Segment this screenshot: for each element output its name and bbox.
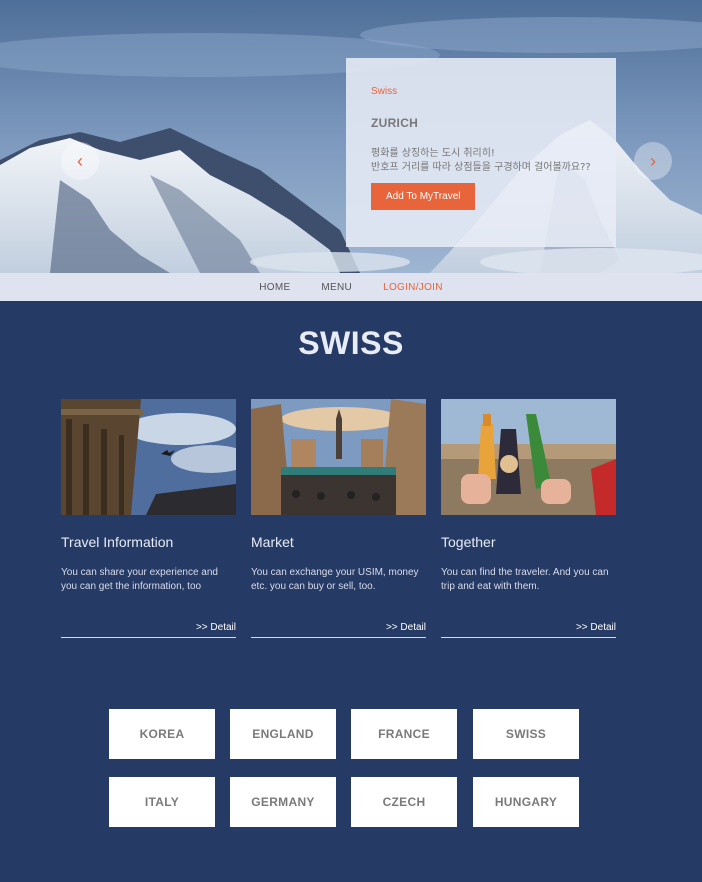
country-hungary[interactable]: HUNGARY [473,777,579,827]
add-to-mytravel-button[interactable]: Add To MyTravel [371,183,476,210]
market-photo [251,399,426,515]
feature-heading: Travel Information [61,534,174,550]
building-photo [61,399,236,515]
feature-market: Market You can exchange your USIM, money… [251,399,426,638]
nav-menu[interactable]: MENU [321,282,352,293]
country-italy[interactable]: ITALY [109,777,215,827]
feature-text: You can exchange your USIM, money etc. y… [251,567,419,592]
city-description: 평화를 상징하는 도시 취리히! 반호프 거리를 따라 상점들을 구경하며 걸어… [371,148,591,173]
city-name: ZURICH [371,116,419,130]
chevron-left-icon: ‹ [77,150,83,171]
nav-login-join[interactable]: LOGIN/JOIN [383,282,443,293]
country-czech[interactable]: CZECH [351,777,457,827]
detail-link[interactable]: >> Detail [251,622,426,638]
feature-heading: Market [251,534,294,550]
country-tag: Swiss [371,86,398,97]
feature-text: You can find the traveler. And you can t… [441,567,609,592]
country-germany[interactable]: GERMANY [230,777,336,827]
main-nav: HOME MENU LOGIN/JOIN [0,273,702,301]
section-title: SWISS [298,325,404,361]
destination-card: Swiss ZURICH 평화를 상징하는 도시 취리히! 반호프 거리를 따라… [346,58,616,247]
country-korea[interactable]: KOREA [109,709,215,759]
detail-link[interactable]: >> Detail [61,622,236,638]
feature-heading: Together [441,534,496,550]
nav-home[interactable]: HOME [259,282,290,293]
chevron-right-icon: › [650,150,656,171]
hero-slider: ‹ › Swiss ZURICH 평화를 상징하는 도시 취리히! 반호프 거리… [0,0,702,273]
next-slide-button[interactable]: › [634,142,672,180]
prev-slide-button[interactable]: ‹ [61,142,99,180]
cheers-photo [441,399,616,515]
feature-together: Together You can find the traveler. And … [441,399,616,638]
feature-text: You can share your experience and you ca… [61,567,218,592]
country-france[interactable]: FRANCE [351,709,457,759]
country-england[interactable]: ENGLAND [230,709,336,759]
detail-link[interactable]: >> Detail [441,622,616,638]
feature-travel-information: Travel Information You can share your ex… [61,399,236,638]
country-swiss[interactable]: SWISS [473,709,579,759]
